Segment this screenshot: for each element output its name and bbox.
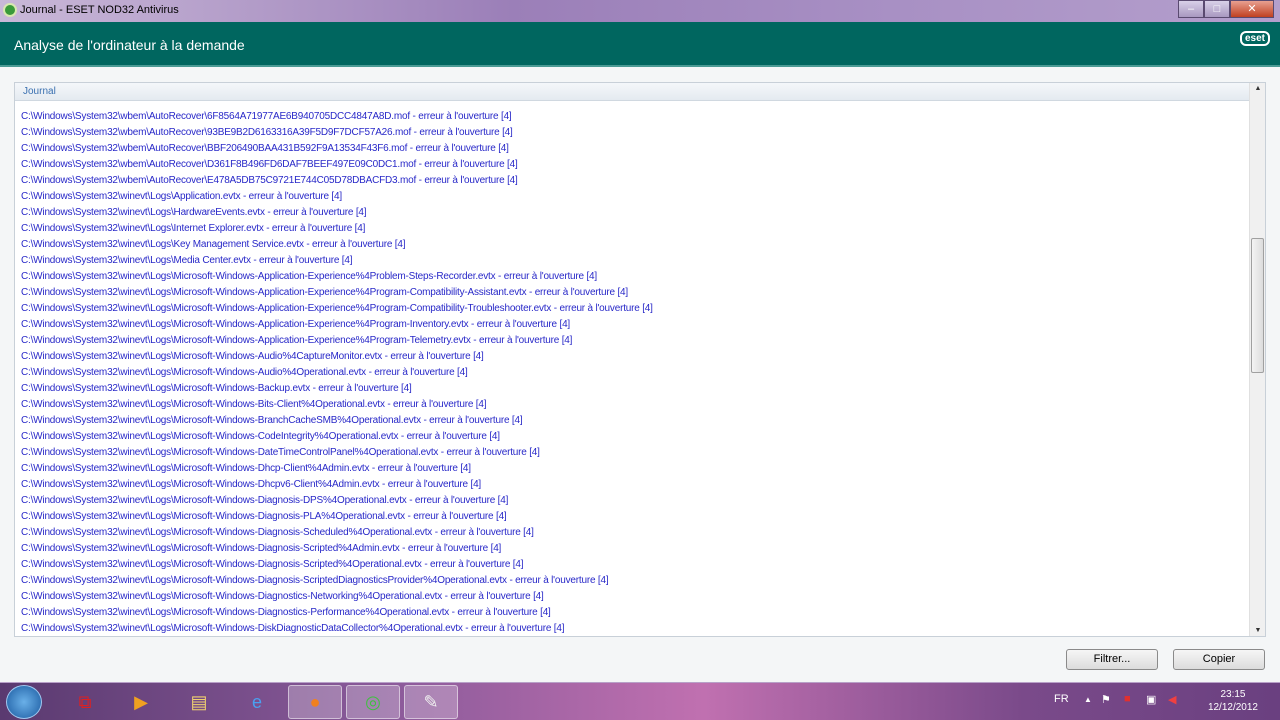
scroll-up-arrow-icon[interactable]: ▲ — [1250, 85, 1265, 92]
log-entry[interactable]: C:\Windows\System32\winevt\Logs\Media Ce… — [21, 253, 1247, 269]
eset-app-icon — [3, 3, 17, 17]
log-entry[interactable]: C:\Windows\System32\winevt\Logs\Microsof… — [21, 269, 1247, 285]
app-header: Analyse de l'ordinateur à la demande ese… — [0, 22, 1280, 67]
minimize-button[interactable]: – — [1178, 0, 1204, 18]
log-entry[interactable]: C:\Windows\System32\winevt\Logs\Microsof… — [21, 429, 1247, 445]
clock[interactable]: 23:15 12/12/2012 — [1208, 688, 1258, 714]
window-title: Journal - ESET NOD32 Antivirus — [20, 4, 179, 16]
log-entry[interactable]: C:\Windows\System32\winevt\Logs\Microsof… — [21, 525, 1247, 541]
log-entry[interactable]: C:\Windows\System32\wbem\AutoRecover\D36… — [21, 157, 1247, 173]
start-button[interactable] — [6, 685, 42, 719]
volume-muted-icon[interactable]: ◀ — [1168, 693, 1176, 706]
language-indicator[interactable]: FR — [1054, 693, 1069, 705]
log-entry[interactable]: C:\Windows\System32\winevt\Logs\Key Mana… — [21, 237, 1247, 253]
page-title: Analyse de l'ordinateur à la demande — [14, 37, 245, 53]
journal-panel: Journal C:\Windows\System32\wbem\AutoRec… — [14, 82, 1266, 637]
network-icon[interactable]: ▣ — [1146, 693, 1156, 706]
log-entry[interactable]: C:\Windows\System32\winevt\Logs\Microsof… — [21, 333, 1247, 349]
filter-button[interactable]: Filtrer... — [1066, 649, 1158, 670]
copy-button[interactable]: Copier — [1173, 649, 1265, 670]
log-entry[interactable]: C:\Windows\System32\winevt\Logs\Applicat… — [21, 189, 1247, 205]
show-hidden-icons-button[interactable]: ▲ — [1084, 695, 1092, 704]
eset-tray-icon[interactable]: ■ — [1124, 693, 1131, 705]
acrobat-taskbar-icon[interactable]: ⧉ — [58, 685, 112, 719]
maximize-button[interactable]: □ — [1204, 0, 1230, 18]
media-player-taskbar-icon[interactable]: ▶ — [114, 685, 168, 719]
internet-explorer-taskbar-icon[interactable]: e — [230, 685, 284, 719]
log-entry[interactable]: C:\Windows\System32\winevt\Logs\Microsof… — [21, 461, 1247, 477]
journal-column-header: Journal — [15, 83, 1265, 101]
log-entry[interactable]: C:\Windows\System32\winevt\Logs\Microsof… — [21, 509, 1247, 525]
paint-taskbar-icon[interactable]: ✎ — [404, 685, 458, 719]
log-entry[interactable]: C:\Windows\System32\winevt\Logs\Microsof… — [21, 493, 1247, 509]
log-entry[interactable]: C:\Windows\System32\winevt\Logs\Microsof… — [21, 557, 1247, 573]
scrollbar-thumb[interactable] — [1251, 238, 1264, 373]
log-entry[interactable]: C:\Windows\System32\wbem\AutoRecover\E47… — [21, 173, 1247, 189]
log-list: C:\Windows\System32\wbem\AutoRecover\6F8… — [21, 109, 1247, 636]
clock-date: 12/12/2012 — [1207, 702, 1258, 713]
title-bar: Journal - ESET NOD32 Antivirus – □ ✕ — [0, 0, 1280, 22]
log-entry[interactable]: C:\Windows\System32\winevt\Logs\Microsof… — [21, 301, 1247, 317]
log-entry[interactable]: C:\Windows\System32\winevt\Logs\Microsof… — [21, 397, 1247, 413]
log-entry[interactable]: C:\Windows\System32\winevt\Logs\Microsof… — [21, 605, 1247, 621]
log-entry[interactable]: C:\Windows\System32\wbem\AutoRecover\6F8… — [21, 109, 1247, 125]
log-entry[interactable]: C:\Windows\System32\winevt\Logs\Microsof… — [21, 541, 1247, 557]
clock-time: 23:15 — [1220, 689, 1246, 700]
log-entry[interactable]: C:\Windows\System32\winevt\Logs\Microsof… — [21, 589, 1247, 605]
log-entry[interactable]: C:\Windows\System32\winevt\Logs\Microsof… — [21, 349, 1247, 365]
explorer-taskbar-icon[interactable]: ▤ — [172, 685, 226, 719]
firefox-taskbar-icon[interactable]: ● — [288, 685, 342, 719]
close-button[interactable]: ✕ — [1230, 0, 1274, 18]
scroll-down-arrow-icon[interactable]: ▼ — [1250, 627, 1265, 634]
log-entry[interactable]: C:\Windows\System32\winevt\Logs\Microsof… — [21, 381, 1247, 397]
log-entry[interactable]: C:\Windows\System32\winevt\Logs\Microsof… — [21, 477, 1247, 493]
log-entry[interactable]: C:\Windows\System32\winevt\Logs\Microsof… — [21, 621, 1247, 636]
eset-logo: eset — [1239, 31, 1270, 46]
eset-taskbar-icon[interactable]: ◎ — [346, 685, 400, 719]
action-center-flag-icon[interactable]: ⚑ — [1101, 693, 1111, 706]
log-entry[interactable]: C:\Windows\System32\winevt\Logs\Microsof… — [21, 413, 1247, 429]
log-entry[interactable]: C:\Windows\System32\winevt\Logs\Microsof… — [21, 365, 1247, 381]
log-entry[interactable]: C:\Windows\System32\winevt\Logs\Microsof… — [21, 445, 1247, 461]
log-entry[interactable]: C:\Windows\System32\winevt\Logs\Microsof… — [21, 573, 1247, 589]
log-entry[interactable]: C:\Windows\System32\winevt\Logs\Hardware… — [21, 205, 1247, 221]
log-entry[interactable]: C:\Windows\System32\wbem\AutoRecover\BBF… — [21, 141, 1247, 157]
taskbar: ⧉ ▶ ▤ e ● ◎ ✎ FR ▲ ⚑ ■ ▣ ◀ 23:15 12/12/2… — [0, 682, 1280, 720]
vertical-scrollbar[interactable]: ▲ ▼ — [1249, 83, 1265, 636]
log-entry[interactable]: C:\Windows\System32\winevt\Logs\Microsof… — [21, 317, 1247, 333]
log-entry[interactable]: C:\Windows\System32\winevt\Logs\Microsof… — [21, 285, 1247, 301]
log-entry[interactable]: C:\Windows\System32\winevt\Logs\Internet… — [21, 221, 1247, 237]
log-entry[interactable]: C:\Windows\System32\wbem\AutoRecover\93B… — [21, 125, 1247, 141]
